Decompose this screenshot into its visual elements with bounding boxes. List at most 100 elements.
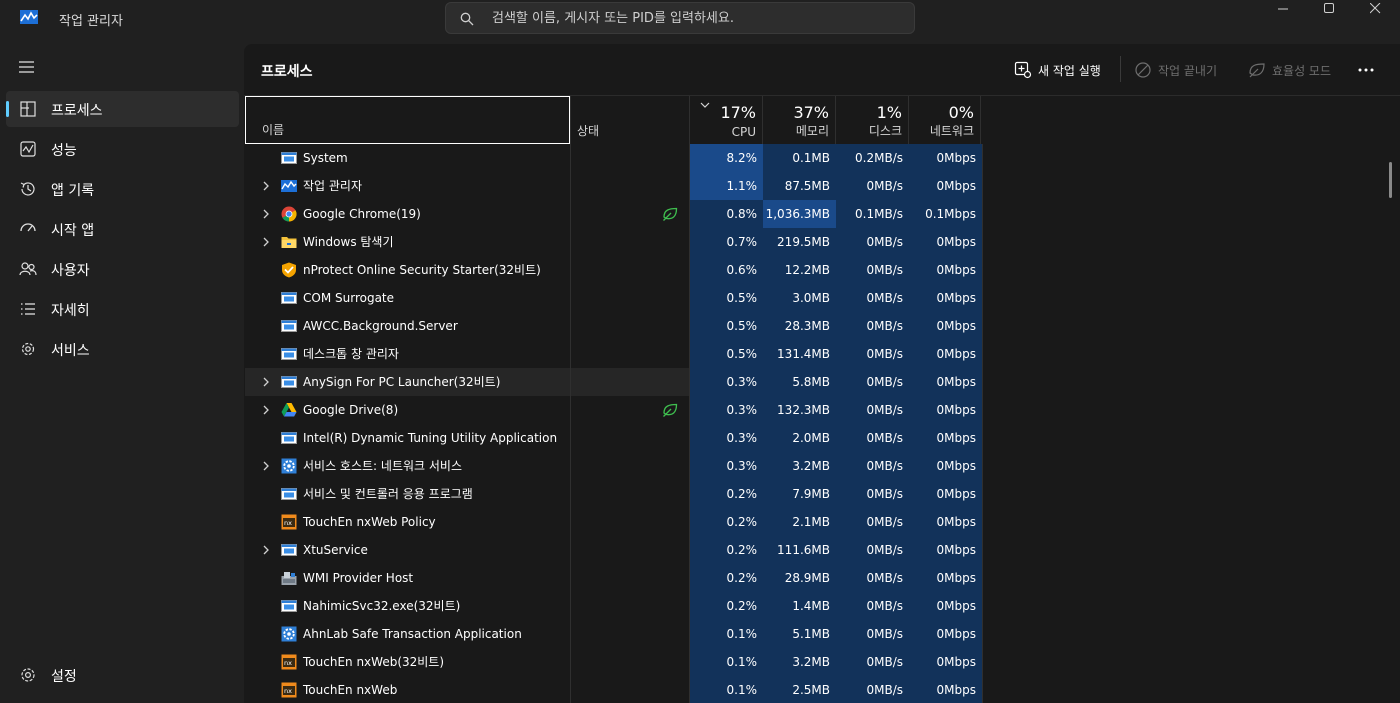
- table-row[interactable]: 작업 관리자 1.1% 87.5MB 0MB/s 0Mbps: [245, 172, 982, 200]
- chevron-right-icon[interactable]: [261, 209, 271, 219]
- sidebar-item-services[interactable]: 서비스: [6, 331, 239, 367]
- end-task-button[interactable]: 작업 끝내기: [1134, 58, 1234, 82]
- memory-cell: 1,036.3MB: [763, 200, 836, 228]
- disk-cell: 0MB/s: [836, 452, 909, 480]
- cpu-cell: 0.1%: [690, 648, 763, 676]
- table-row[interactable]: Google Chrome(19) 0.8% 1,036.3MB 0.1MB/s 0.1…: [245, 200, 982, 228]
- table-row[interactable]: 데스크톱 창 관리자 0.5% 131.4MB 0MB/s 0Mbps: [245, 340, 982, 368]
- table-row[interactable]: 서비스 및 컨트롤러 응용 프로그램 0.2% 7.9MB 0MB/s 0Mbps: [245, 480, 982, 508]
- sidebar-item-details[interactable]: 자세히: [6, 291, 239, 327]
- details-icon: [21, 303, 35, 315]
- table-row[interactable]: nProtect Online Security Starter(32비트) 0.…: [245, 256, 982, 284]
- process-status-cell: [570, 256, 689, 284]
- sidebar-item-app-history[interactable]: 앱 기록: [6, 171, 239, 207]
- process-name-cell: 데스크톱 창 관리자: [245, 340, 570, 368]
- close-button[interactable]: [1352, 0, 1398, 20]
- more-options-icon[interactable]: [1354, 58, 1378, 82]
- disk-cell: 0MB/s: [836, 620, 909, 648]
- column-header-cpu[interactable]: 17% CPU: [689, 96, 762, 144]
- table-row[interactable]: AWCC.Background.Server 0.5% 28.3MB 0MB/s 0Mb…: [245, 312, 982, 340]
- hamburger-menu-icon[interactable]: [18, 60, 36, 74]
- process-name-cell: NahimicSvc32.exe(32비트): [245, 592, 570, 620]
- memory-cell: 5.1MB: [763, 620, 836, 648]
- process-name: Google Chrome(19): [303, 207, 421, 221]
- sidebar-item-startup[interactable]: 시작 앱: [6, 211, 239, 247]
- sidebar-item-label: 앱 기록: [51, 183, 95, 199]
- table-row[interactable]: System 8.2% 0.1MB 0.2MB/s 0Mbps: [245, 144, 982, 172]
- memory-cell: 2.5MB: [763, 676, 836, 703]
- disk-cell: 0MB/s: [836, 228, 909, 256]
- table-row[interactable]: AhnLab Safe Transaction Application 0.1% 5…: [245, 620, 982, 648]
- chevron-right-icon[interactable]: [261, 545, 271, 555]
- table-row[interactable]: 서비스 호스트: 네트워크 서비스 0.3% 3.2MB 0MB/s 0Mbps: [245, 452, 982, 480]
- sidebar-item-settings[interactable]: 설정: [6, 657, 239, 693]
- network-cell: 0Mbps: [909, 228, 982, 256]
- disk-cell: 0MB/s: [836, 536, 909, 564]
- scrollbar-thumb[interactable]: [1389, 162, 1392, 198]
- network-cell: 0Mbps: [909, 396, 982, 424]
- table-row[interactable]: AnySign For PC Launcher(32비트) 0.3% 5.8MB 0M…: [245, 368, 982, 396]
- sidebar-item-label: 자세히: [51, 303, 90, 319]
- table-row[interactable]: nx TouchEn nxWeb(32비트) 0.1% 3.2MB 0MB/s 0Mbps: [245, 648, 982, 676]
- performance-icon: [20, 141, 36, 157]
- chevron-right-icon[interactable]: [261, 377, 271, 387]
- sidebar-item-processes[interactable]: 프로세스: [6, 91, 239, 127]
- chevron-right-icon[interactable]: [261, 405, 271, 415]
- process-name: 서비스 및 컨트롤러 응용 프로그램: [303, 487, 473, 501]
- window-icon: [281, 488, 297, 500]
- search-box[interactable]: [445, 2, 915, 34]
- sidebar-item-label: 사용자: [51, 263, 90, 279]
- process-name: nProtect Online Security Starter(32비트): [303, 263, 541, 277]
- memory-cell: 87.5MB: [763, 172, 836, 200]
- minimize-button[interactable]: [1260, 0, 1306, 20]
- search-input[interactable]: [492, 3, 902, 33]
- process-name: AhnLab Safe Transaction Application: [303, 627, 522, 641]
- app-history-icon: [20, 182, 35, 196]
- services-icon: [21, 342, 35, 356]
- table-row[interactable]: NahimicSvc32.exe(32비트) 0.2% 1.4MB 0MB/s 0Mbp…: [245, 592, 982, 620]
- window-icon: [281, 544, 297, 556]
- memory-cell: 28.3MB: [763, 312, 836, 340]
- column-header-memory[interactable]: 37% 메모리: [762, 96, 835, 144]
- chevron-right-icon[interactable]: [261, 237, 271, 247]
- column-header-status[interactable]: 상태: [570, 96, 689, 144]
- table-row[interactable]: XtuService 0.2% 111.6MB 0MB/s 0Mbps: [245, 536, 982, 564]
- chrome-icon: [281, 206, 297, 222]
- disk-cell: 0MB/s: [836, 676, 909, 703]
- chevron-right-icon[interactable]: [261, 461, 271, 471]
- task-manager-icon: [281, 180, 297, 192]
- gear-icon: [281, 626, 297, 642]
- column-header-network[interactable]: 0% 네트워크: [908, 96, 981, 144]
- google-drive-icon: [281, 403, 297, 417]
- run-new-task-button[interactable]: 새 작업 실행: [1014, 58, 1114, 82]
- table-row[interactable]: Intel(R) Dynamic Tuning Utility Applicat…: [245, 424, 982, 452]
- startup-icon: [20, 223, 36, 232]
- cpu-cell: 0.3%: [690, 368, 763, 396]
- process-name: TouchEn nxWeb(32비트): [303, 655, 445, 669]
- gear-icon: [21, 668, 35, 682]
- column-header-disk[interactable]: 1% 디스크: [835, 96, 908, 144]
- sidebar-item-label: 시작 앱: [51, 223, 95, 239]
- maximize-button[interactable]: [1306, 0, 1352, 20]
- table-row[interactable]: COM Surrogate 0.5% 3.0MB 0MB/s 0Mbps: [245, 284, 982, 312]
- chevron-right-icon[interactable]: [261, 181, 271, 191]
- sidebar-item-users[interactable]: 사용자: [6, 251, 239, 287]
- table-row[interactable]: Windows 탐색기 0.7% 219.5MB 0MB/s 0Mbps: [245, 228, 982, 256]
- process-name: AnySign For PC Launcher(32비트): [303, 375, 501, 389]
- table-row[interactable]: nx TouchEn nxWeb 0.1% 2.5MB 0MB/s 0Mbps: [245, 676, 982, 703]
- svg-text:nx: nx: [284, 659, 292, 667]
- efficiency-mode-button[interactable]: 효율성 모드: [1248, 58, 1348, 82]
- table-row[interactable]: WMI Provider Host 0.2% 28.9MB 0MB/s 0Mbps: [245, 564, 982, 592]
- memory-cell: 3.0MB: [763, 284, 836, 312]
- column-header-name[interactable]: 이름: [245, 96, 570, 144]
- cpu-cell: 0.6%: [690, 256, 763, 284]
- process-status-cell: [570, 368, 689, 396]
- process-name-cell: 작업 관리자: [245, 172, 570, 200]
- network-cell: 0Mbps: [909, 256, 982, 284]
- sidebar-item-performance[interactable]: 성능: [6, 131, 239, 167]
- table-row[interactable]: nx TouchEn nxWeb Policy 0.2% 2.1MB 0MB/s 0Mbp…: [245, 508, 982, 536]
- column-divider: [689, 144, 690, 703]
- process-name: System: [303, 151, 348, 165]
- network-cell: 0Mbps: [909, 676, 982, 703]
- table-row[interactable]: Google Drive(8) 0.3% 132.3MB 0MB/s 0Mbps: [245, 396, 982, 424]
